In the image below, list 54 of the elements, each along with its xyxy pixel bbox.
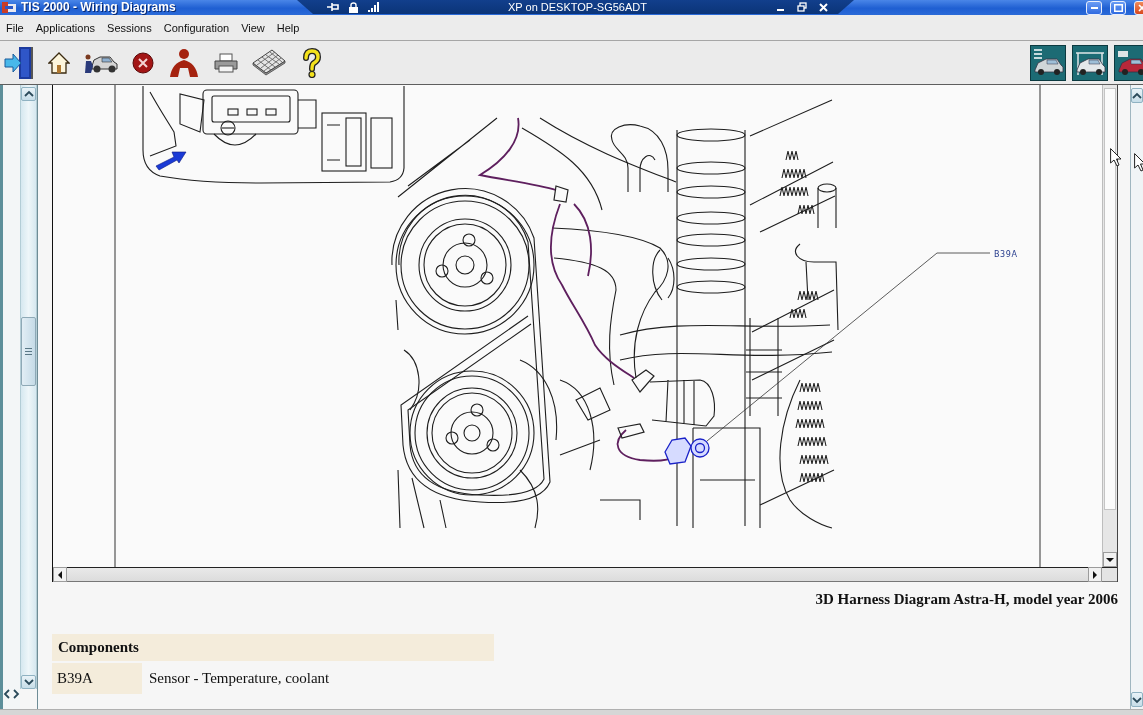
person-icon[interactable] (168, 47, 200, 78)
menu-item[interactable]: Configuration (157, 21, 236, 34)
callout-label: B39A (994, 249, 1018, 259)
restore-icon[interactable] (797, 2, 807, 12)
component-code-cell: B39A (52, 663, 142, 694)
chevron-left-icon[interactable] (3, 689, 11, 699)
close-icon (1138, 3, 1143, 12)
horizontal-scrollbar[interactable] (53, 567, 1102, 582)
vertical-scrollbar[interactable] (20, 85, 37, 689)
scroll-thumb[interactable] (21, 317, 36, 386)
pointer-icon (1134, 153, 1143, 172)
menu-item[interactable]: Applications (29, 21, 102, 34)
menu-item[interactable]: View (235, 21, 271, 34)
lock-icon[interactable] (349, 1, 358, 13)
vertical-scrollbar[interactable] (1102, 85, 1117, 567)
diagram-caption: 3D Harness Diagram Astra-H, model year 2006 (815, 590, 1118, 608)
sensor-part (664, 437, 710, 465)
home-icon[interactable] (48, 51, 70, 74)
scroll-left-button[interactable] (53, 567, 67, 582)
pointer-icon (1110, 148, 1122, 167)
signal-icon (368, 2, 379, 12)
grip-icon (25, 348, 32, 355)
app-icon (2, 1, 16, 14)
car-tile-icon[interactable] (1072, 44, 1108, 81)
scroll-right-button[interactable] (1088, 567, 1102, 582)
table-header-cell: Components (52, 634, 494, 661)
chevron-right-icon[interactable] (12, 689, 20, 699)
question-mark-icon[interactable] (300, 47, 324, 78)
window-title: TIS 2000 - Wiring Diagrams (21, 0, 176, 15)
scroll-down-button[interactable] (1103, 552, 1117, 567)
menu-item[interactable]: Sessions (101, 21, 158, 34)
vertical-scrollbar[interactable] (1130, 85, 1143, 709)
pin-icon[interactable] (327, 2, 339, 12)
minimize-icon (1090, 6, 1098, 9)
keyboard-icon[interactable] (252, 49, 286, 76)
arrow-left-icon[interactable] (57, 570, 63, 579)
scroll-thumb[interactable] (1104, 88, 1116, 510)
menu-item[interactable]: Help (270, 21, 306, 34)
arrow-down-icon[interactable] (1106, 556, 1114, 563)
car-tile-icon[interactable] (1030, 44, 1066, 81)
minimize-button[interactable] (1086, 0, 1102, 15)
maximize-button[interactable] (1110, 0, 1126, 15)
arrow-right-icon[interactable] (1092, 570, 1098, 579)
component-description-cell-text: Sensor - Temperature, coolant (148, 669, 330, 688)
arrow-icon (155, 151, 187, 171)
remote-session-title: XP on DESKTOP-SG56ADT (508, 0, 647, 14)
door-arrow-icon[interactable] (4, 45, 34, 80)
close-icon[interactable] (819, 2, 828, 12)
menu-item[interactable]: File (0, 21, 30, 34)
printer-icon[interactable] (214, 52, 238, 73)
maximize-icon (1113, 3, 1123, 12)
car-tile-icon[interactable] (1114, 44, 1143, 81)
x-circle-icon[interactable] (132, 51, 154, 74)
scrollbar-corner (1102, 567, 1117, 582)
